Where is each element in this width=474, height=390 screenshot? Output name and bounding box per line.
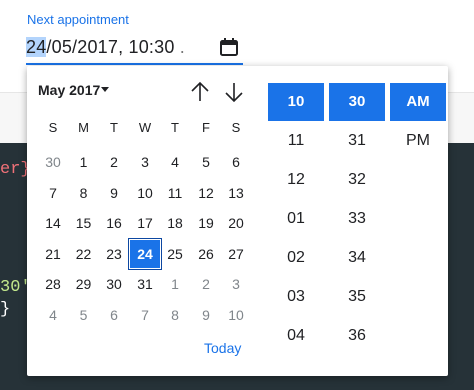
weekday-header: S — [48, 120, 58, 135]
minute-selected[interactable]: 30 — [329, 83, 385, 121]
day-cell[interactable]: 5 — [191, 148, 221, 176]
day-cell[interactable]: 10 — [221, 301, 251, 329]
datetime-picker-popup: May 2017 S M T W T F S 30 1 2 3 4 5 6 7 8 9 10 11 12 13 14 15 1… — [27, 66, 448, 376]
day-cell[interactable]: 27 — [221, 240, 251, 268]
minute-option[interactable]: 32 — [329, 160, 385, 199]
day-cell[interactable]: 1 — [69, 148, 99, 176]
day-cell[interactable]: 6 — [221, 148, 251, 176]
ampm-option[interactable]: PM — [390, 121, 446, 160]
hour-option[interactable]: 12 — [268, 160, 324, 199]
hour-option[interactable]: 02 — [268, 238, 324, 277]
day-cell[interactable]: 9 — [99, 179, 129, 207]
weekday-header: F — [202, 120, 210, 135]
day-cell[interactable]: 10 — [130, 179, 160, 207]
ampm-selected[interactable]: AM — [390, 83, 446, 121]
day-cell[interactable]: 16 — [99, 209, 129, 237]
selected-segment[interactable]: 24 — [26, 37, 47, 57]
day-cell[interactable]: 15 — [69, 209, 99, 237]
day-cell[interactable]: 4 — [160, 148, 190, 176]
weekday-header: S — [231, 120, 241, 135]
minute-option[interactable]: 34 — [329, 238, 385, 277]
field-label: Next appointment — [27, 12, 129, 27]
weekday-header: M — [78, 120, 89, 135]
day-cell[interactable]: 13 — [221, 179, 251, 207]
day-cell[interactable]: 3 — [221, 270, 251, 298]
day-cell[interactable]: 29 — [69, 270, 99, 298]
month-year-selector[interactable]: May 2017 — [38, 82, 100, 98]
hour-selected[interactable]: 10 — [268, 83, 324, 121]
today-button[interactable]: Today — [204, 340, 241, 356]
minute-option[interactable]: 35 — [329, 277, 385, 316]
hour-option[interactable]: 01 — [268, 199, 324, 238]
hour-option[interactable]: 04 — [268, 316, 324, 355]
weekday-header: T — [171, 120, 179, 135]
day-cell[interactable]: 23 — [99, 240, 129, 268]
day-cell[interactable]: 31 — [130, 270, 160, 298]
weekday-header: T — [110, 120, 118, 135]
day-cell[interactable]: 25 — [160, 240, 190, 268]
day-cell[interactable]: 14 — [38, 209, 68, 237]
value-tail: . — [174, 37, 185, 57]
day-cell[interactable]: 21 — [38, 240, 68, 268]
day-cell[interactable]: 11 — [160, 179, 190, 207]
value-rest: /05/2017, 10:30 — [46, 37, 175, 57]
day-cell-selected[interactable]: 24 — [128, 237, 162, 270]
day-cell[interactable]: 28 — [38, 270, 68, 298]
day-cell[interactable]: 18 — [160, 209, 190, 237]
hour-option[interactable]: 03 — [268, 277, 324, 316]
day-cell[interactable]: 20 — [221, 209, 251, 237]
minute-option[interactable]: 31 — [329, 121, 385, 160]
day-cell[interactable]: 3 — [130, 148, 160, 176]
day-cell[interactable]: 1 — [160, 270, 190, 298]
day-cell[interactable]: 26 — [191, 240, 221, 268]
day-cell[interactable]: 17 — [130, 209, 160, 237]
day-cell[interactable]: 7 — [130, 301, 160, 329]
day-cell[interactable]: 2 — [99, 148, 129, 176]
day-cell[interactable]: 8 — [160, 301, 190, 329]
minute-column: 30 31 32 33 34 35 36 — [329, 83, 385, 355]
day-cell[interactable]: 7 — [38, 179, 68, 207]
day-cell[interactable]: 12 — [191, 179, 221, 207]
calendar-icon[interactable] — [219, 37, 239, 57]
day-cell[interactable]: 30 — [38, 148, 68, 176]
chevron-down-icon[interactable] — [101, 87, 109, 92]
minute-option[interactable]: 36 — [329, 316, 385, 355]
day-cell[interactable]: 4 — [38, 301, 68, 329]
weekday-header: W — [138, 120, 152, 135]
day-cell[interactable]: 22 — [69, 240, 99, 268]
day-cell[interactable]: 9 — [191, 301, 221, 329]
day-cell[interactable]: 5 — [69, 301, 99, 329]
day-cell[interactable]: 2 — [191, 270, 221, 298]
arrow-up-icon[interactable] — [189, 80, 211, 104]
code-text: } — [0, 300, 11, 319]
day-cell[interactable]: 30 — [99, 270, 129, 298]
day-cell[interactable]: 6 — [99, 301, 129, 329]
minute-option[interactable]: 33 — [329, 199, 385, 238]
datetime-input[interactable]: 24/05/2017, 10:30 . — [26, 33, 243, 65]
ampm-column: AM PM — [390, 83, 446, 160]
datetime-input-value[interactable]: 24/05/2017, 10:30 . — [26, 37, 185, 58]
day-cell[interactable]: 19 — [191, 209, 221, 237]
day-cell[interactable]: 8 — [69, 179, 99, 207]
hour-column: 10 11 12 01 02 03 04 — [268, 83, 324, 355]
hour-option[interactable]: 11 — [268, 121, 324, 160]
arrow-down-icon[interactable] — [223, 80, 245, 104]
